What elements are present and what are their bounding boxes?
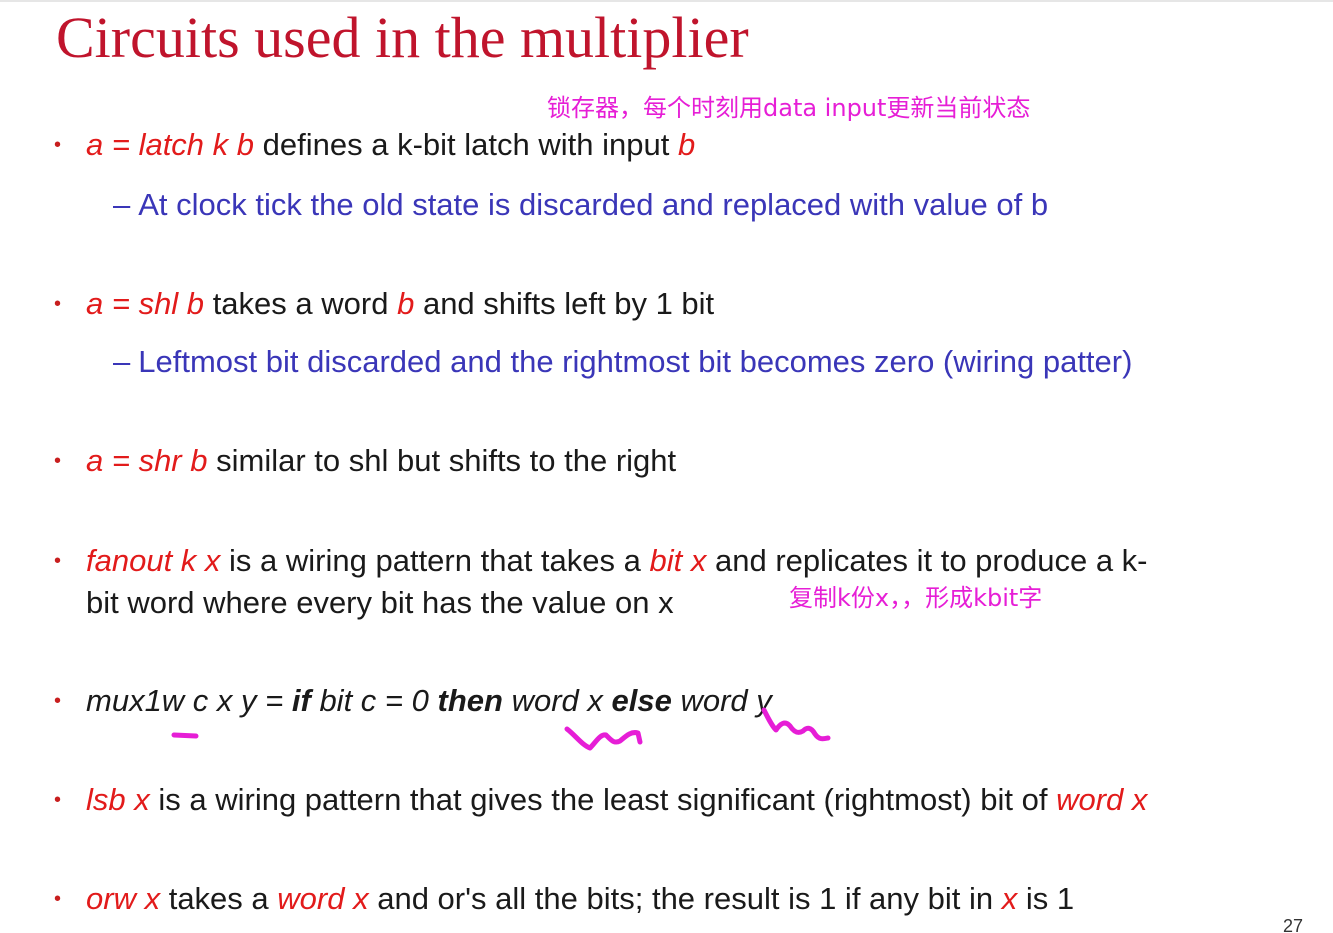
pen-squiggle-mark: [564, 726, 643, 751]
page-number: 27: [1283, 916, 1304, 933]
pen-squiggle-mark: [761, 707, 831, 742]
pen-dash-mark: [171, 732, 199, 739]
pen-annotation-layer: [171, 707, 831, 751]
